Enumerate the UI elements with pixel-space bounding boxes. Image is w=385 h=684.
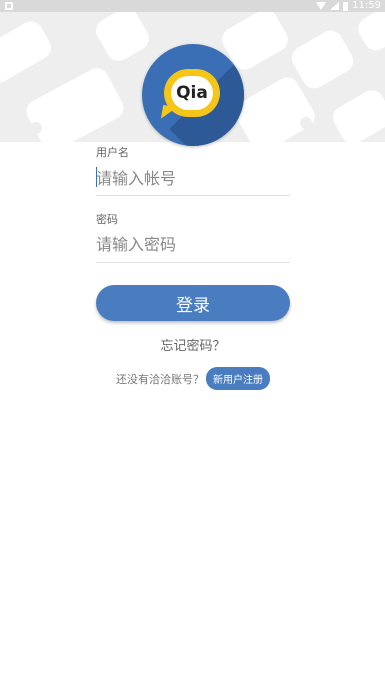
status-bar: 11:59 xyxy=(0,0,385,12)
status-indicators: 11:59 xyxy=(316,0,381,12)
password-label: 密码 xyxy=(96,213,118,226)
battery-icon xyxy=(343,1,349,11)
text-cursor xyxy=(96,167,97,187)
logo-text: Qia xyxy=(171,76,213,110)
forgot-password-link[interactable]: 忘记密码？ xyxy=(96,335,290,354)
notification-icon xyxy=(5,2,13,10)
password-input[interactable] xyxy=(96,229,290,259)
username-label: 用户名 xyxy=(96,146,129,159)
register-prompt: 还没有洽洽账号？ xyxy=(116,372,204,386)
password-underline xyxy=(96,262,290,263)
register-button[interactable]: 新用户注册 xyxy=(206,367,270,390)
status-time: 11:59 xyxy=(352,0,381,11)
login-button[interactable]: 登录 xyxy=(96,285,290,321)
signal-icon xyxy=(330,2,340,10)
wifi-icon xyxy=(316,2,327,10)
username-input[interactable] xyxy=(96,163,290,193)
app-logo: Qia xyxy=(142,44,244,146)
register-row: 还没有洽洽账号？ 新用户注册 xyxy=(96,367,290,390)
username-underline xyxy=(96,195,290,196)
